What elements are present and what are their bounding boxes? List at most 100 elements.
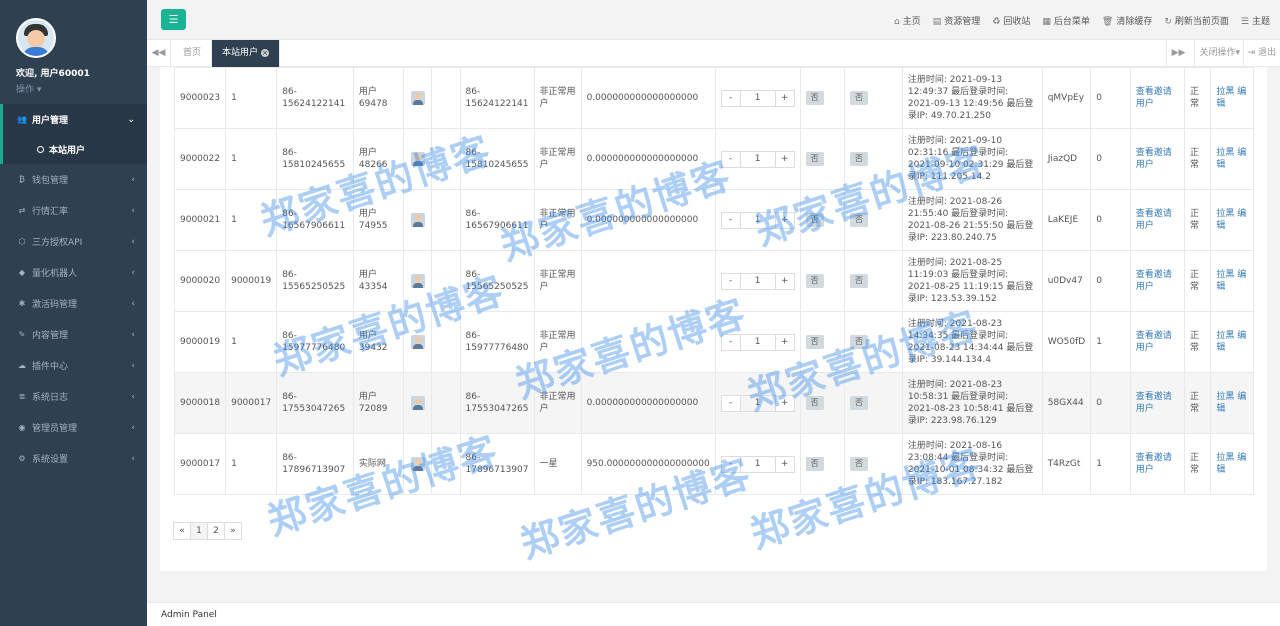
flag-badge[interactable]: 否: [805, 152, 824, 166]
top-link[interactable]: 🗑 清除缓存: [1102, 14, 1152, 27]
view-invited-users-link[interactable]: 查看邀请用户: [1136, 392, 1172, 414]
cell-login-info: 注册时间: 2021-09-13 12:49:37 最后登录时间: 2021-0…: [901, 67, 1043, 129]
decrement-button[interactable]: -: [721, 273, 740, 289]
top-link[interactable]: ▦ 后台菜单: [1042, 14, 1090, 27]
view-invited-users-link[interactable]: 查看邀请用户: [1136, 453, 1172, 475]
sidebar-item[interactable]: ✱ 激活码管理 ‹: [0, 288, 147, 319]
view-invited-users-link[interactable]: 查看邀请用户: [1136, 331, 1172, 353]
tab-current-users[interactable]: 本站用户 ×: [212, 40, 281, 67]
sidebar-subitem-site-users[interactable]: 本站用户: [0, 135, 147, 164]
sidebar-item[interactable]: ◆ 量化机器人 ‹: [0, 257, 147, 288]
row-actions-link[interactable]: 拉黑 编辑: [1216, 331, 1246, 353]
row-actions-link[interactable]: 拉黑 编辑: [1216, 270, 1246, 292]
table-row: 9000023 1 86-15624122141 用户69478 86-15624122…: [173, 67, 1254, 129]
flag-badge[interactable]: 否: [805, 213, 824, 227]
quantity-stepper[interactable]: -1 +: [720, 211, 795, 229]
decrement-button[interactable]: -: [721, 212, 740, 228]
top-link[interactable]: ☰ 主题: [1241, 14, 1270, 27]
increment-button[interactable]: +: [775, 273, 794, 289]
increment-button[interactable]: +: [775, 334, 794, 350]
quantity-stepper[interactable]: -1 +: [720, 333, 795, 351]
quantity-value[interactable]: 1: [739, 90, 776, 106]
decrement-button[interactable]: -: [721, 151, 740, 167]
sidebar-item[interactable]: ⬡ 三方授权API ‹: [0, 226, 147, 257]
flag-badge[interactable]: 否: [850, 335, 868, 349]
cell-login-info: 注册时间: 2021-09-10 02:31:16 最后登录时间: 2021-0…: [901, 128, 1043, 190]
page-link[interactable]: «: [173, 522, 191, 540]
increment-button[interactable]: +: [775, 395, 794, 411]
cell-phone: 86-17896713907: [276, 433, 354, 495]
flag-badge[interactable]: 否: [805, 335, 824, 349]
menu-toggle-button[interactable]: ☰: [161, 9, 186, 30]
decrement-button[interactable]: -: [721, 334, 740, 350]
increment-button[interactable]: +: [775, 212, 794, 228]
cell-id: 9000022: [173, 128, 227, 190]
flag-badge[interactable]: 否: [805, 396, 824, 410]
decrement-button[interactable]: -: [721, 90, 740, 106]
row-actions-link[interactable]: 拉黑 编辑: [1216, 453, 1246, 475]
cell-avatar: [402, 250, 433, 312]
sidebar-item[interactable]: ☁ 插件中心 ‹: [0, 350, 147, 381]
tab-prev-button[interactable]: ◀◀: [147, 40, 171, 67]
increment-button[interactable]: +: [775, 456, 794, 472]
row-actions-link[interactable]: 拉黑 编辑: [1216, 209, 1246, 231]
quantity-value[interactable]: 1: [739, 395, 776, 411]
close-ops-dropdown[interactable]: 关闭操作▾: [1194, 40, 1244, 67]
top-link[interactable]: ↻ 刷新当前页面: [1164, 14, 1229, 27]
flag-badge[interactable]: 否: [850, 91, 868, 105]
cell-parent-id: 1: [225, 128, 278, 190]
row-actions-link[interactable]: 拉黑 编辑: [1216, 392, 1246, 414]
logout-button[interactable]: ⇥ 退出: [1242, 40, 1280, 67]
top-link[interactable]: ⌂ 主页: [894, 14, 921, 27]
ops-dropdown[interactable]: 操作 ▾: [16, 82, 147, 95]
decrement-button[interactable]: -: [721, 456, 740, 472]
flag-badge[interactable]: 否: [805, 274, 824, 288]
avatar[interactable]: [16, 18, 56, 58]
cell-id: 9000019: [173, 311, 227, 373]
cell-login-info: 注册时间: 2021-08-26 21:55:40 最后登录时间: 2021-0…: [901, 189, 1043, 251]
top-link[interactable]: ▤ 资源管理: [933, 14, 981, 27]
view-invited-users-link[interactable]: 查看邀请用户: [1136, 209, 1172, 231]
quantity-stepper[interactable]: -1 +: [720, 89, 795, 107]
row-actions-link[interactable]: 拉黑 编辑: [1216, 148, 1246, 170]
top-link[interactable]: ♻ 回收站: [992, 14, 1030, 27]
topbar: ☰ ⌂ 主页 ▤ 资源管理 ♻ 回收站 ▦ 后台菜单 🗑 清除缓存 ↻ 刷新当前页面 ☰ 主题: [147, 0, 1280, 40]
decrement-button[interactable]: -: [721, 395, 740, 411]
quantity-value[interactable]: 1: [739, 273, 776, 289]
flag-badge[interactable]: 否: [850, 213, 868, 227]
increment-button[interactable]: +: [775, 90, 794, 106]
quantity-value[interactable]: 1: [739, 151, 776, 167]
quantity-value[interactable]: 1: [739, 456, 776, 472]
flag-badge[interactable]: 否: [850, 274, 868, 288]
sidebar-item[interactable]: 👥 用户管理 ⌄: [0, 104, 147, 135]
row-actions-link[interactable]: 拉黑 编辑: [1216, 87, 1246, 109]
page-link[interactable]: »: [224, 522, 242, 540]
sidebar-item[interactable]: ◉ 管理员管理 ‹: [0, 412, 147, 443]
quantity-stepper[interactable]: -1 +: [720, 150, 795, 168]
sidebar-item[interactable]: ≣ 系统日志 ‹: [0, 381, 147, 412]
sidebar-item[interactable]: ₿ 钱包管理 ‹: [0, 164, 147, 195]
flag-badge[interactable]: 否: [805, 457, 824, 471]
tab-home[interactable]: 首页: [173, 40, 213, 67]
flag-badge[interactable]: 否: [805, 91, 824, 105]
quantity-stepper[interactable]: -1 +: [720, 455, 795, 473]
page-link[interactable]: 2: [207, 522, 225, 540]
view-invited-users-link[interactable]: 查看邀请用户: [1136, 270, 1172, 292]
flag-badge[interactable]: 否: [850, 396, 868, 410]
page-link[interactable]: 1: [190, 522, 208, 540]
sidebar-item[interactable]: ⇄ 行情汇率 ‹: [0, 195, 147, 226]
tab-next-button[interactable]: ▶▶: [1166, 40, 1190, 67]
view-invited-users-link[interactable]: 查看邀请用户: [1136, 87, 1172, 109]
increment-button[interactable]: +: [775, 151, 794, 167]
sidebar-item[interactable]: ⚙ 系统设置 ‹: [0, 443, 147, 474]
close-tab-icon[interactable]: ×: [261, 49, 270, 57]
quantity-stepper[interactable]: -1 +: [720, 394, 795, 412]
quantity-value[interactable]: 1: [739, 212, 776, 228]
circle-icon: [37, 146, 44, 153]
quantity-value[interactable]: 1: [739, 334, 776, 350]
view-invited-users-link[interactable]: 查看邀请用户: [1136, 148, 1172, 170]
flag-badge[interactable]: 否: [850, 457, 868, 471]
sidebar-item[interactable]: ✎ 内容管理 ‹: [0, 319, 147, 350]
flag-badge[interactable]: 否: [850, 152, 868, 166]
quantity-stepper[interactable]: -1 +: [720, 272, 795, 290]
